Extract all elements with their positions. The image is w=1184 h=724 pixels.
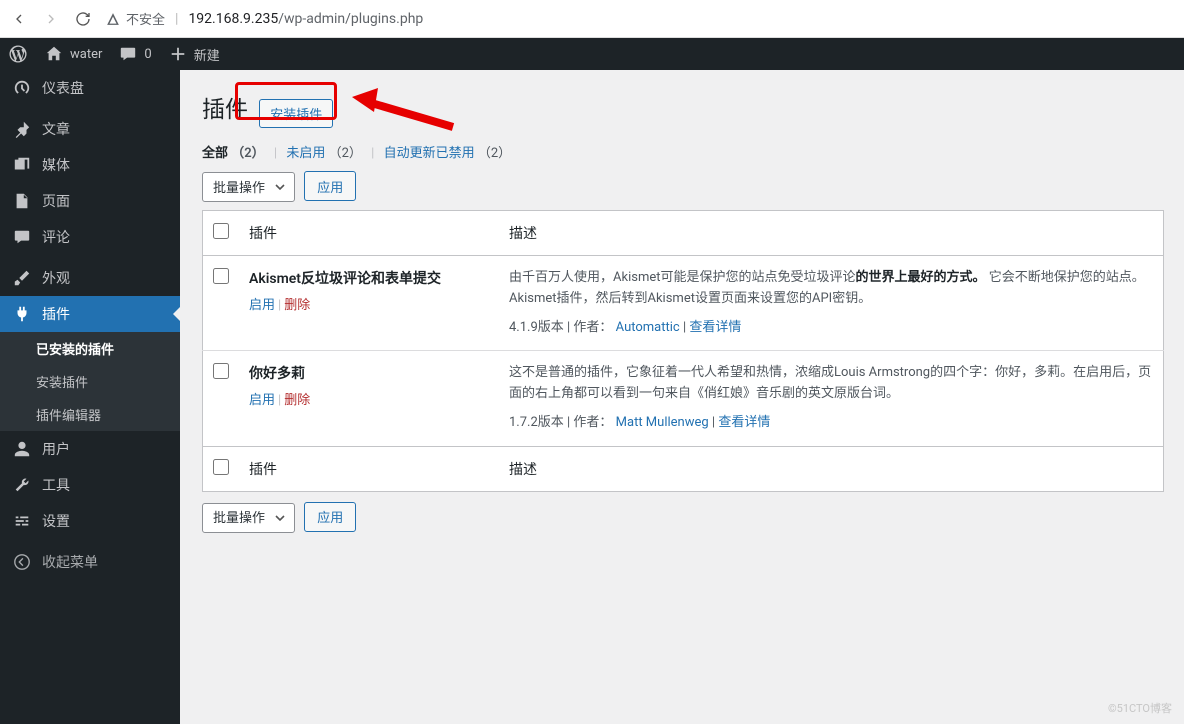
sidebar-item-tools[interactable]: 工具 (0, 467, 180, 503)
dashboard-icon (12, 78, 32, 98)
admin-sidebar: 仪表盘 文章 媒体 页面 评论 外观 插件 已安装的插件 安装插件 插件编辑器 … (0, 70, 180, 724)
wp-adminbar: water 0 新建 (0, 38, 1184, 70)
plugin-desc: 这不是普通的插件，它象征着一代人希望和热情，浓缩成Louis Armstrong… (509, 365, 1151, 401)
main-content: 插件 安装插件 全部 （2） | 未启用 （2） | 自动更新已禁用 （2） 批… (180, 70, 1184, 724)
wordpress-icon (8, 44, 28, 64)
plugin-icon (12, 304, 32, 324)
wrench-icon (12, 475, 32, 495)
filter-all[interactable]: 全部 （2） (202, 146, 265, 161)
delete-link[interactable]: 删除 (284, 393, 310, 408)
apply-button-top[interactable]: 应用 (304, 171, 356, 201)
tablenav-bottom: 批量操作 应用 (202, 502, 1164, 533)
collapse-icon (12, 552, 32, 572)
watermark: ©51CTO博客 (1108, 700, 1172, 716)
sidebar-item-dashboard[interactable]: 仪表盘 (0, 70, 180, 106)
sliders-icon (12, 511, 32, 531)
row-checkbox[interactable] (213, 268, 229, 284)
sidebar-item-settings[interactable]: 设置 (0, 503, 180, 539)
activate-link[interactable]: 启用 (249, 393, 275, 408)
new-label: 新建 (194, 45, 220, 64)
header-description[interactable]: 描述 (499, 211, 1164, 256)
plus-icon (168, 44, 188, 64)
submenu-installed-plugins[interactable]: 已安装的插件 (0, 332, 180, 365)
sidebar-item-users[interactable]: 用户 (0, 431, 180, 467)
reload-button[interactable] (74, 10, 92, 28)
footer-plugin: 插件 (239, 446, 499, 491)
plugin-meta: 4.1.9版本 | 作者： Automattic | 查看详情 (509, 318, 1153, 339)
sidebar-item-comments[interactable]: 评论 (0, 219, 180, 255)
author-link[interactable]: Matt Mullenweg (616, 415, 709, 430)
site-name-link[interactable]: water (36, 38, 110, 70)
home-icon (44, 44, 64, 64)
row-checkbox[interactable] (213, 363, 229, 379)
page-title: 插件 (202, 90, 248, 124)
back-button[interactable] (10, 10, 28, 28)
url-divider: | (175, 11, 178, 27)
address-bar[interactable]: 不安全 | 192.168.9.235/wp-admin/plugins.php (106, 9, 1174, 28)
filter-inactive[interactable]: 未启用 （2） (286, 146, 362, 161)
apply-button-bottom[interactable]: 应用 (304, 502, 356, 532)
sidebar-item-pages[interactable]: 页面 (0, 183, 180, 219)
insecure-label: 不安全 (126, 9, 165, 28)
comment-count: 0 (144, 47, 151, 62)
sidebar-item-plugins[interactable]: 插件 (0, 296, 180, 332)
red-arrow-annotation (348, 82, 458, 132)
comment-icon (118, 44, 138, 64)
author-link[interactable]: Automattic (616, 320, 680, 335)
forward-button[interactable] (42, 10, 60, 28)
details-link[interactable]: 查看详情 (718, 415, 770, 430)
bulk-action-select-bottom[interactable]: 批量操作 (202, 503, 295, 533)
comments-icon (12, 227, 32, 247)
plugin-meta: 1.7.2版本 | 作者： Matt Mullenweg | 查看详情 (509, 413, 1153, 434)
filter-links: 全部 （2） | 未启用 （2） | 自动更新已禁用 （2） (202, 142, 1164, 161)
media-icon (12, 155, 32, 175)
pin-icon (12, 119, 32, 139)
plugin-name: 你好多莉 (249, 363, 489, 383)
select-all-top[interactable] (203, 211, 240, 256)
add-new-plugin-button[interactable]: 安装插件 (259, 99, 333, 128)
bulk-action-select-top[interactable]: 批量操作 (202, 172, 295, 202)
site-name: water (70, 47, 102, 62)
wp-logo[interactable] (0, 38, 36, 70)
delete-link[interactable]: 删除 (284, 298, 310, 313)
url-path: /wp-admin/plugins.php (278, 11, 423, 27)
sidebar-item-posts[interactable]: 文章 (0, 111, 180, 147)
filter-auto-update-disabled[interactable]: 自动更新已禁用 （2） (384, 146, 512, 161)
new-content-link[interactable]: 新建 (160, 38, 228, 70)
select-all-bottom[interactable] (203, 446, 240, 491)
sidebar-item-media[interactable]: 媒体 (0, 147, 180, 183)
plugin-name: Akismet反垃圾评论和表单提交 (249, 268, 489, 288)
collapse-menu[interactable]: 收起菜单 (0, 544, 180, 580)
details-link[interactable]: 查看详情 (689, 320, 741, 335)
url-host: 192.168.9.235 (188, 11, 278, 27)
plugin-desc: 由千百万人使用，Akismet可能是保护您的站点免受垃圾评论的世界上最好的方式。… (509, 270, 1145, 306)
user-icon (12, 439, 32, 459)
page-icon (12, 191, 32, 211)
comments-link[interactable]: 0 (110, 38, 159, 70)
submenu-add-plugin[interactable]: 安装插件 (0, 365, 180, 398)
sidebar-item-appearance[interactable]: 外观 (0, 260, 180, 296)
brush-icon (12, 268, 32, 288)
footer-description: 描述 (499, 446, 1164, 491)
header-plugin[interactable]: 插件 (239, 211, 499, 256)
browser-toolbar: 不安全 | 192.168.9.235/wp-admin/plugins.php (0, 0, 1184, 38)
submenu-plugin-editor[interactable]: 插件编辑器 (0, 398, 180, 431)
table-row: 你好多莉 启用|删除 这不是普通的插件，它象征着一代人希望和热情，浓缩成Loui… (203, 351, 1164, 446)
activate-link[interactable]: 启用 (249, 298, 275, 313)
plugins-submenu: 已安装的插件 安装插件 插件编辑器 (0, 332, 180, 431)
table-row: Akismet反垃圾评论和表单提交 启用|删除 由千百万人使用，Akismet可… (203, 256, 1164, 351)
security-warning: 不安全 (106, 9, 165, 28)
plugins-table: 插件 描述 Akismet反垃圾评论和表单提交 启用|删除 由千百万人使用，Ak… (202, 210, 1164, 492)
tablenav-top: 批量操作 应用 (202, 171, 1164, 202)
